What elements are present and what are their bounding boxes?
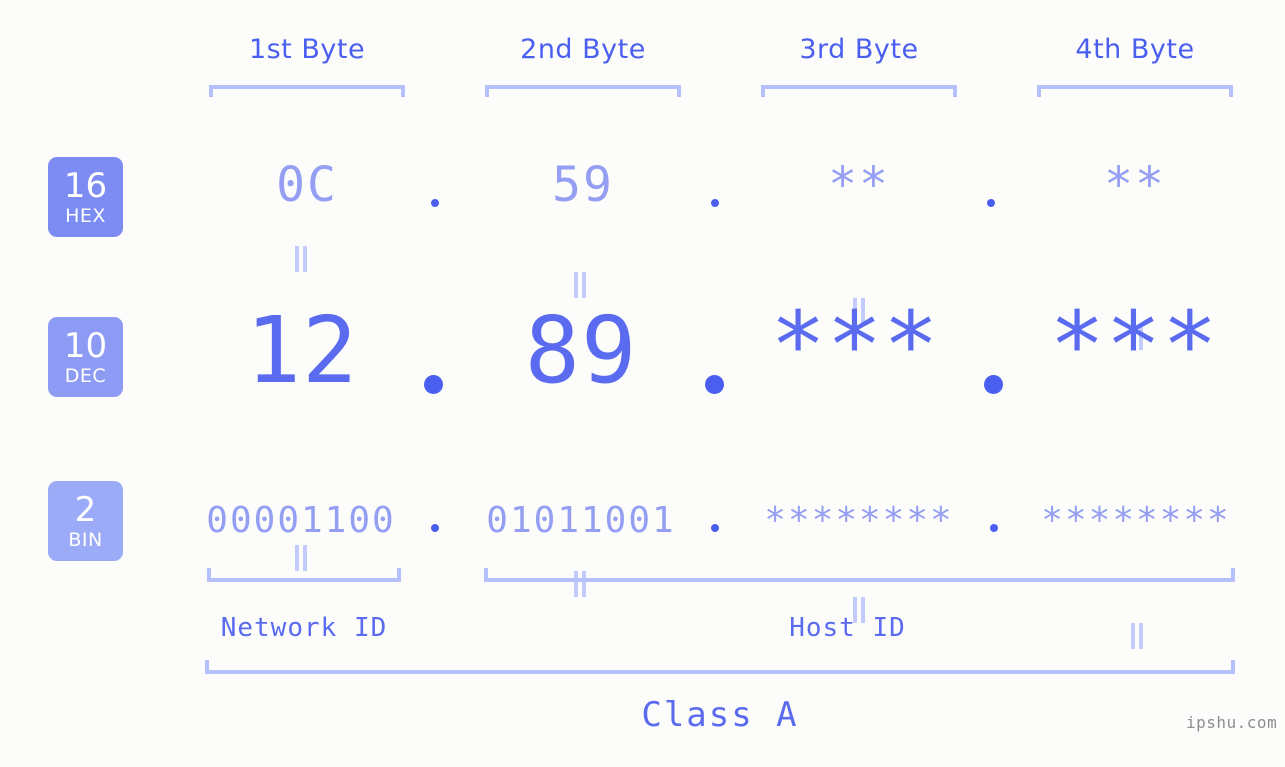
bin-separator-dot-2 (711, 524, 719, 532)
base-badge-dec-label: DEC (64, 364, 107, 387)
network-id-bracket (207, 568, 401, 582)
base-badge-bin: 2 BIN (48, 481, 123, 561)
dec-value-byte-1: 12 (245, 297, 359, 404)
byte-bracket-4 (1037, 85, 1233, 97)
bin-separator-dot-3 (990, 524, 998, 532)
base-badge-hex-label: HEX (65, 204, 106, 227)
hex-value-byte-1: 0C (276, 157, 338, 213)
dec-separator-dot-1 (424, 375, 443, 394)
bin-value-byte-1: 00001100 (206, 500, 396, 541)
site-watermark: ipshu.com (1186, 713, 1278, 732)
bin-value-byte-4: ******** (1041, 500, 1231, 541)
byte-header-4: 4th Byte (1075, 34, 1195, 65)
byte-bracket-2 (485, 85, 681, 97)
byte-header-2: 2nd Byte (520, 34, 646, 65)
base-badge-hex: 16 HEX (48, 157, 123, 237)
host-id-bracket (484, 568, 1235, 582)
hex-separator-dot-3 (987, 199, 995, 207)
dec-separator-dot-2 (705, 375, 724, 394)
base-badge-dec: 10 DEC (48, 317, 123, 397)
base-badge-hex-number: 16 (63, 165, 108, 206)
hex-value-byte-4: ** (1104, 157, 1166, 213)
hex-separator-dot-1 (431, 199, 439, 207)
byte-bracket-1 (209, 85, 405, 97)
hex-separator-dot-2 (711, 199, 719, 207)
hex-value-byte-2: 59 (552, 157, 614, 213)
byte-header-3: 3rd Byte (799, 34, 919, 65)
network-id-label: Network ID (220, 613, 388, 643)
dec-value-byte-3: *** (770, 292, 940, 399)
bin-value-byte-3: ******** (764, 500, 954, 541)
base-badge-bin-number: 2 (74, 489, 97, 530)
equals-icon-hex-dec-2 (572, 272, 588, 298)
equals-icon-dec-bin-4 (1129, 623, 1145, 649)
byte-bracket-3 (761, 85, 957, 97)
byte-header-1: 1st Byte (248, 34, 366, 65)
dec-separator-dot-3 (984, 375, 1003, 394)
dec-value-byte-4: *** (1049, 292, 1219, 399)
address-class-label: Class A (641, 695, 799, 735)
dec-value-byte-2: 89 (524, 297, 638, 404)
host-id-label: Host ID (789, 613, 906, 643)
bin-value-byte-2: 01011001 (486, 500, 676, 541)
bin-separator-dot-1 (431, 524, 439, 532)
base-badge-bin-label: BIN (68, 528, 103, 551)
hex-value-byte-3: ** (828, 157, 890, 213)
base-badge-dec-number: 10 (63, 325, 108, 366)
address-class-bracket (205, 660, 1235, 674)
ip-byte-diagram: 1st Byte 2nd Byte 3rd Byte 4th Byte 16 H… (0, 0, 1285, 767)
equals-icon-hex-dec-1 (293, 246, 309, 272)
